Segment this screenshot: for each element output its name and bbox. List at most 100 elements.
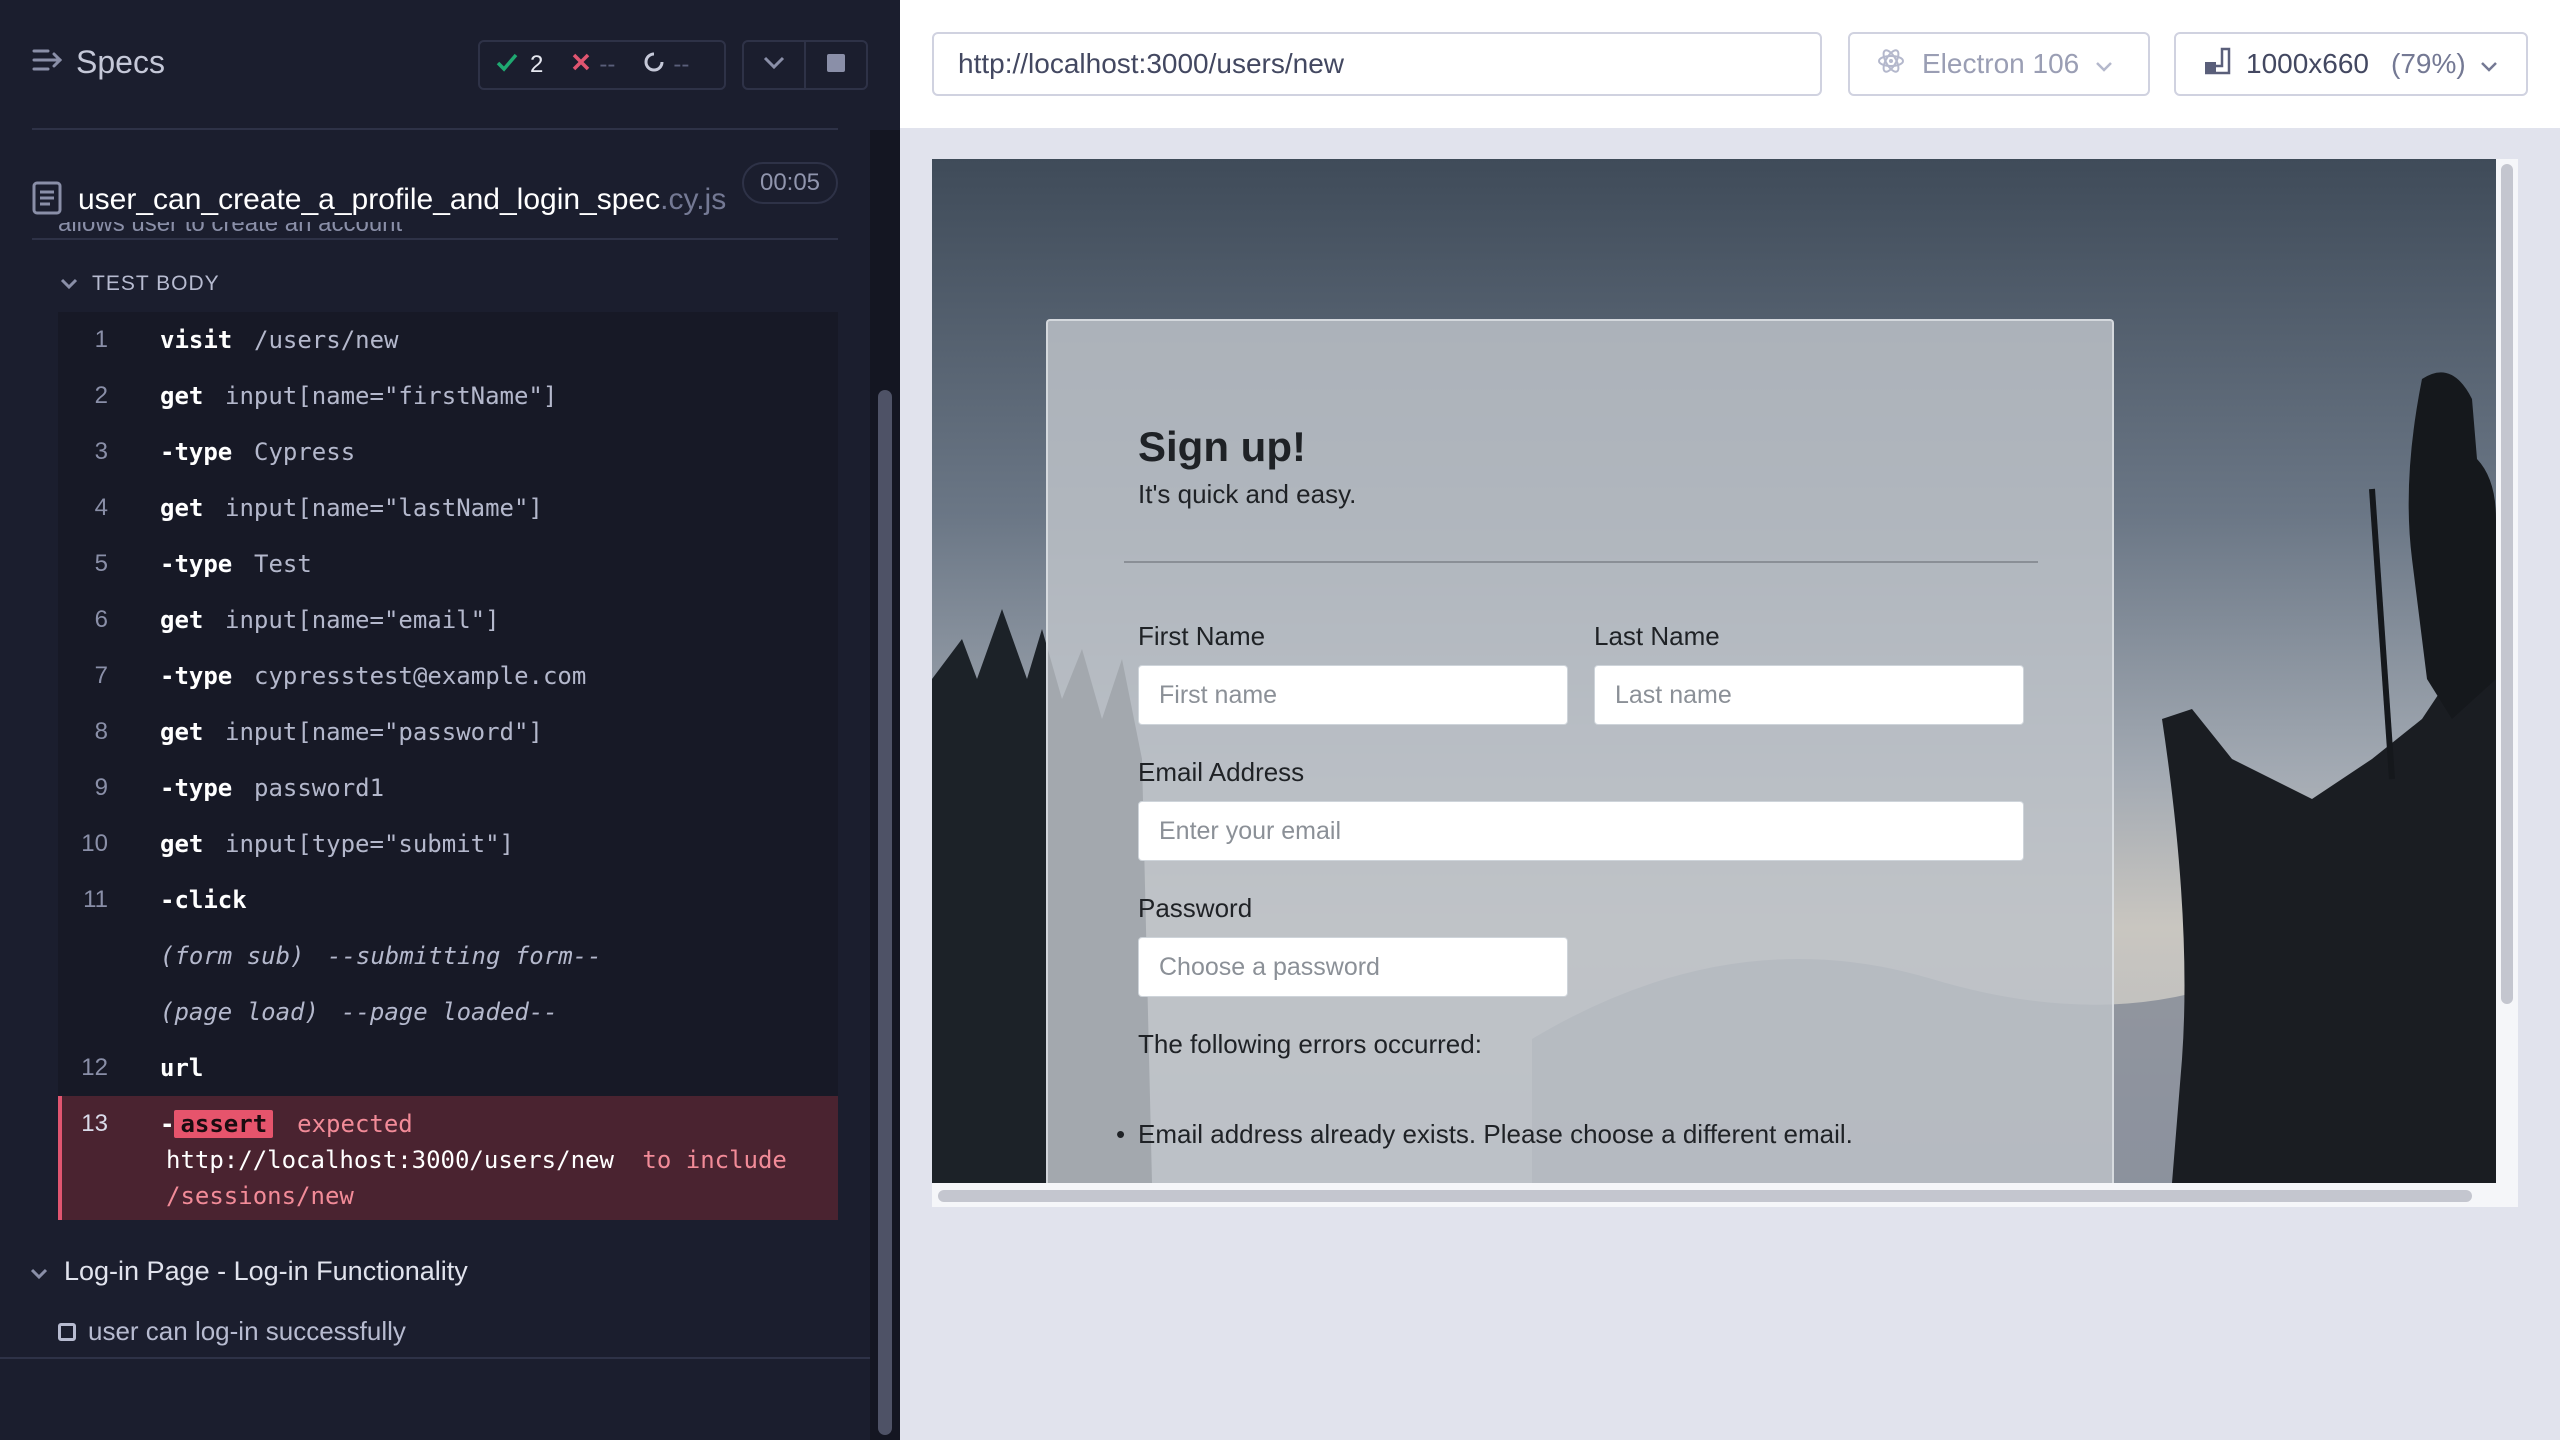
browser-selector[interactable]: Electron 106 bbox=[1848, 32, 2150, 96]
frame-horizontal-scrollbar-thumb[interactable] bbox=[938, 1190, 2472, 1202]
spec-divider bbox=[32, 238, 838, 240]
pending-count: -- bbox=[673, 51, 690, 78]
spinner-icon bbox=[643, 51, 665, 80]
command-row[interactable]: 8 get input[name="password"] bbox=[58, 704, 838, 760]
reporter-bottom-divider bbox=[0, 1357, 870, 1359]
aut-header: http://localhost:3000/users/new Electron… bbox=[900, 0, 2560, 128]
command-row[interactable]: 7 -type cypresstest@example.com bbox=[58, 648, 838, 704]
command-number: 9 bbox=[94, 774, 108, 801]
command-row[interactable]: 1 visit/users/new bbox=[58, 312, 838, 368]
chevron-down-icon bbox=[60, 272, 78, 296]
event-message: --submitting form-- bbox=[327, 942, 602, 970]
command-number: 4 bbox=[94, 494, 108, 521]
viewport-selector[interactable]: 1000x660 (79%) bbox=[2174, 32, 2528, 96]
pending-stat: -- bbox=[643, 51, 689, 80]
test-body-toggle[interactable]: TEST BODY bbox=[60, 272, 220, 296]
stop-icon bbox=[826, 53, 846, 78]
command-message: cypresstest@example.com bbox=[254, 662, 587, 690]
resize-icon bbox=[2202, 46, 2232, 83]
frame-vertical-scrollbar-thumb[interactable] bbox=[2501, 164, 2513, 1004]
command-name: -type bbox=[160, 662, 233, 690]
document-icon bbox=[32, 181, 62, 220]
command-row[interactable]: 6 get input[name="email"] bbox=[58, 592, 838, 648]
event-row[interactable]: (page load) --page loaded-- bbox=[58, 984, 838, 1040]
check-icon bbox=[496, 51, 518, 79]
password-label: Password bbox=[1138, 893, 1253, 923]
test-body-label: TEST BODY bbox=[92, 272, 220, 295]
x-icon bbox=[571, 51, 591, 79]
specs-toggle[interactable]: Specs bbox=[32, 44, 165, 81]
url-bar[interactable]: http://localhost:3000/users/new bbox=[932, 32, 1822, 96]
spec-duration: 00:05 bbox=[742, 162, 838, 204]
error-message: Email address already exists. Please cho… bbox=[1138, 1119, 1853, 1149]
command-number: 2 bbox=[94, 382, 108, 409]
command-message: Cypress bbox=[254, 438, 356, 466]
pending-checkbox-icon bbox=[58, 1322, 76, 1341]
reporter-scrollbar-thumb[interactable] bbox=[878, 390, 892, 1435]
viewport-scale: (79%) bbox=[2391, 48, 2466, 79]
event-row[interactable]: (form sub) --submitting form-- bbox=[58, 928, 838, 984]
signup-card: Sign up! It's quick and easy. First Name… bbox=[1046, 319, 2114, 1183]
command-number: 5 bbox=[94, 550, 108, 577]
assert-dash: - bbox=[160, 1110, 175, 1138]
specs-list-icon bbox=[32, 47, 63, 78]
electron-icon bbox=[1876, 46, 1906, 83]
command-name: url bbox=[160, 1054, 204, 1082]
last-name-label: Last Name bbox=[1594, 621, 1720, 651]
command-list: 1 visit/users/new 2 get input[name="firstNam… bbox=[58, 312, 838, 1040]
stats-summary: 2 -- -- bbox=[478, 40, 726, 90]
command-number: 6 bbox=[94, 606, 108, 633]
email-label: Email Address bbox=[1138, 757, 1305, 787]
test-row-pending[interactable]: user can log-in successfully bbox=[58, 1316, 406, 1347]
command-number: 8 bbox=[94, 718, 108, 745]
browser-name: Electron 106 bbox=[1922, 48, 2080, 79]
email-input[interactable]: Enter your email bbox=[1138, 801, 2024, 861]
command-name: -type bbox=[160, 438, 233, 466]
command-message: input[type="submit"] bbox=[225, 830, 514, 858]
command-number: 10 bbox=[81, 830, 108, 857]
last-name-input[interactable]: Last name bbox=[1594, 665, 2024, 725]
first-name-input[interactable]: First name bbox=[1138, 665, 1568, 725]
command-message: input[name="email"] bbox=[225, 606, 500, 634]
command-row[interactable]: 9 -type password1 bbox=[58, 760, 838, 816]
password-input[interactable]: Choose a password bbox=[1138, 937, 1568, 997]
command-number: 11 bbox=[83, 886, 108, 913]
event-name: (form sub) bbox=[160, 942, 305, 970]
signup-subtitle: It's quick and easy. bbox=[1138, 479, 1357, 509]
command-row-url[interactable]: 12 url bbox=[58, 1040, 838, 1096]
command-message: input[name="password"] bbox=[225, 718, 543, 746]
assert-actual-url: http://localhost:3000/users/new bbox=[166, 1146, 614, 1174]
chevron-down-icon bbox=[763, 56, 785, 75]
command-number: 1 bbox=[94, 326, 108, 353]
command-row[interactable]: 3 -type Cypress bbox=[58, 424, 838, 480]
spec-name: user_can_create_a_profile_and_login_spec bbox=[78, 183, 661, 216]
app-under-test-frame: Sign up! It's quick and easy. First Name… bbox=[932, 159, 2496, 1183]
assert-to-include: to include bbox=[642, 1146, 787, 1174]
suite-row[interactable]: Log-in Page - Log-in Functionality bbox=[30, 1256, 468, 1287]
assert-badge: assert bbox=[174, 1110, 274, 1138]
command-number: 7 bbox=[94, 662, 108, 689]
command-message: password1 bbox=[254, 774, 385, 802]
command-row[interactable]: 2 get input[name="firstName"] bbox=[58, 368, 838, 424]
command-number: 3 bbox=[94, 438, 108, 465]
command-name: -type bbox=[160, 550, 233, 578]
command-name: get bbox=[160, 382, 204, 410]
command-row[interactable]: 4 get input[name="lastName"] bbox=[58, 480, 838, 536]
command-row-assert-failed[interactable]: 13 - assert expected http://localhost:30… bbox=[58, 1096, 838, 1220]
passed-count: 2 bbox=[530, 51, 544, 78]
specs-title: Specs bbox=[76, 44, 165, 80]
spec-file-row[interactable]: user_can_create_a_profile_and_login_spec… bbox=[32, 160, 838, 240]
chevron-down-icon bbox=[30, 1256, 48, 1287]
assert-line: - assert expected bbox=[160, 1110, 413, 1138]
command-row[interactable]: 5 -type Test bbox=[58, 536, 838, 592]
command-row[interactable]: 10 get input[type="submit"] bbox=[58, 816, 838, 872]
command-name: get bbox=[160, 718, 204, 746]
command-row[interactable]: 11 -click bbox=[58, 872, 838, 928]
suite-title: Log-in Page - Log-in Functionality bbox=[64, 1256, 468, 1286]
command-name: get bbox=[160, 494, 204, 522]
test-title: user can log-in successfully bbox=[88, 1316, 406, 1346]
options-dropdown-button[interactable] bbox=[742, 40, 806, 90]
stop-button[interactable] bbox=[804, 40, 868, 90]
failed-count: -- bbox=[599, 51, 616, 78]
command-name: -type bbox=[160, 774, 233, 802]
